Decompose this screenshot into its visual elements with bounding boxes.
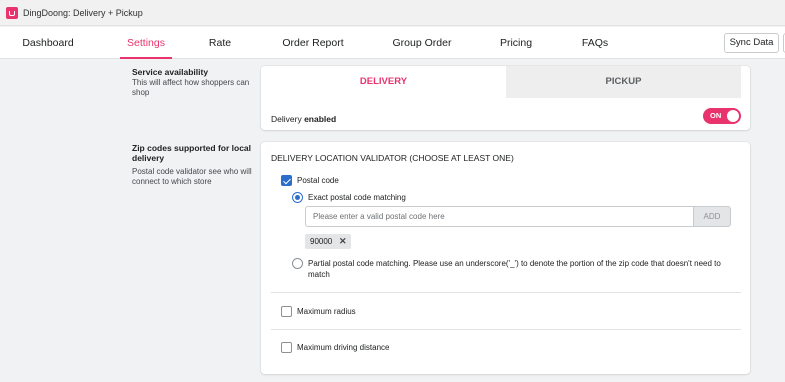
service-availability-title: Service availability <box>132 67 209 77</box>
tab-delivery[interactable]: DELIVERY <box>261 66 506 98</box>
tab-dashboard[interactable]: Dashboard <box>22 27 74 59</box>
delivery-status-prefix: Delivery <box>271 114 302 124</box>
chip-value: 90000 <box>310 237 333 246</box>
app-title: DingDoong: Delivery + Pickup <box>23 7 143 18</box>
divider <box>271 329 741 330</box>
postal-code-chip: 90000 ✕ <box>305 234 351 249</box>
sync-data-button[interactable]: Sync Data <box>724 33 779 53</box>
shopping-bag-icon <box>6 6 18 19</box>
app-title-bar: DingDoong: Delivery + Pickup <box>0 0 785 26</box>
close-icon[interactable]: ✕ <box>339 234 347 249</box>
exact-match-radio[interactable] <box>292 192 303 203</box>
tab-settings[interactable]: Settings <box>120 27 172 59</box>
zip-codes-description: Postal code validator see who will conne… <box>132 167 252 186</box>
tab-rate[interactable]: Rate <box>205 27 235 59</box>
postal-code-input[interactable] <box>305 206 693 227</box>
delivery-toggle[interactable]: ON <box>703 108 741 124</box>
delivery-status-value: enabled <box>304 114 337 124</box>
toggle-label: ON <box>710 111 722 120</box>
service-availability-description: This will affect how shoppers can shop <box>132 78 250 97</box>
partial-match-label: Partial postal code matching. Please use… <box>308 259 721 279</box>
tab-pickup[interactable]: PICKUP <box>506 66 741 98</box>
main-navigation: Dashboard Settings Rate Order Report Gro… <box>0 27 785 59</box>
toggle-knob <box>727 110 739 122</box>
maximum-driving-distance-label: Maximum driving distance <box>297 343 390 352</box>
postal-code-label: Postal code <box>297 176 339 185</box>
validator-title: DELIVERY LOCATION VALIDATOR (CHOOSE AT L… <box>271 153 514 163</box>
service-availability-card: DELIVERY PICKUP Delivery enabled ON <box>261 66 750 130</box>
postal-code-checkbox[interactable] <box>281 175 292 186</box>
divider <box>271 292 741 293</box>
delivery-status-text: Delivery enabled <box>271 114 336 124</box>
exact-match-label: Exact postal code matching <box>308 193 406 202</box>
tab-order-report[interactable]: Order Report <box>281 27 345 59</box>
zip-codes-card: DELIVERY LOCATION VALIDATOR (CHOOSE AT L… <box>261 142 750 374</box>
maximum-driving-distance-checkbox[interactable] <box>281 342 292 353</box>
maximum-radius-checkbox[interactable] <box>281 306 292 317</box>
partial-match-radio[interactable] <box>292 258 303 269</box>
zip-codes-title: Zip codes supported for local delivery <box>132 143 252 163</box>
tab-pricing[interactable]: Pricing <box>498 27 534 59</box>
tab-group-order[interactable]: Group Order <box>391 27 453 59</box>
add-postal-code-button[interactable]: ADD <box>693 206 731 227</box>
maximum-radius-label: Maximum radius <box>297 307 356 316</box>
tab-faqs[interactable]: FAQs <box>581 27 609 59</box>
